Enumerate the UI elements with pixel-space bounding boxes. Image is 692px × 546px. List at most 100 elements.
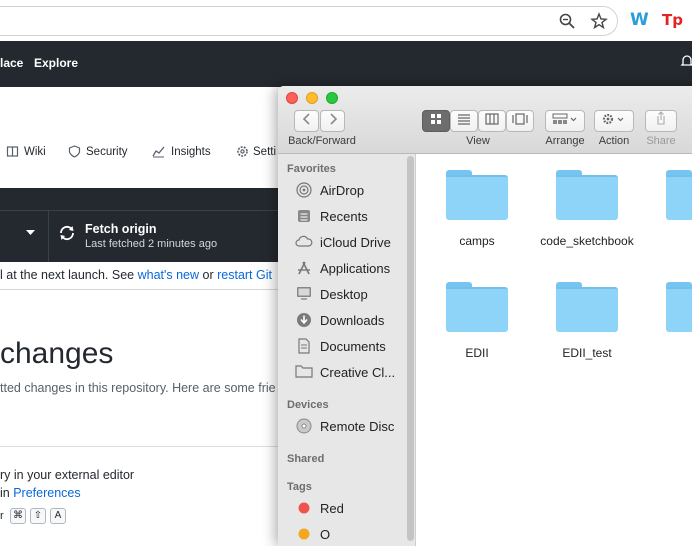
sidebar-item-icloud-drive[interactable]: iCloud Drive bbox=[278, 232, 408, 254]
share-label: Share bbox=[646, 135, 676, 147]
bell-icon[interactable] bbox=[680, 54, 692, 71]
action-button[interactable] bbox=[594, 110, 634, 132]
forward-button[interactable] bbox=[320, 110, 345, 132]
sidebar-item-downloads[interactable]: Downloads bbox=[278, 310, 408, 332]
folder-name[interactable]: code_sketchbook bbox=[532, 234, 642, 248]
sidebar-item-airdrop[interactable]: AirDrop bbox=[278, 180, 408, 202]
shield-icon bbox=[68, 145, 81, 161]
zoom-icon[interactable] bbox=[557, 12, 577, 32]
sidebar-item-label: O bbox=[320, 527, 331, 542]
cloud-icon bbox=[295, 234, 313, 252]
sidebar-item-desktop[interactable]: Desktop bbox=[278, 284, 408, 306]
sidebar-item-label: Downloads bbox=[320, 313, 385, 328]
downloads-icon bbox=[295, 312, 313, 330]
caret-down-icon[interactable] bbox=[26, 228, 35, 238]
airdrop-icon bbox=[295, 182, 313, 200]
tab-insights[interactable]: Insights bbox=[171, 146, 211, 158]
editor-hint: in Preferences bbox=[0, 486, 81, 500]
zoom-window-button[interactable] bbox=[326, 92, 338, 104]
folder-icon[interactable] bbox=[446, 170, 508, 220]
restart-link[interactable]: restart Git bbox=[217, 268, 272, 282]
sidebar-item-label: Red bbox=[320, 501, 344, 516]
shortcut-text: r bbox=[0, 510, 4, 522]
extension-tp-icon[interactable]: Tp bbox=[662, 11, 684, 33]
fetch-origin-button[interactable]: Fetch origin bbox=[85, 222, 157, 236]
last-fetched-label: Last fetched 2 minutes ago bbox=[85, 238, 218, 250]
whats-new-link[interactable]: what's new bbox=[138, 268, 199, 282]
sidebar-item-recents[interactable]: Recents bbox=[278, 206, 408, 228]
folder-name[interactable]: EDII bbox=[422, 346, 532, 360]
folder-name[interactable]: C bbox=[642, 234, 692, 248]
sidebar-item-label: Creative Cl... bbox=[320, 365, 396, 380]
open-editor-title: ry in your external editor bbox=[0, 468, 135, 482]
favorites-heading: Favorites bbox=[287, 163, 336, 175]
toolbar-divider bbox=[48, 210, 49, 262]
shift-key: ⇧ bbox=[30, 508, 46, 524]
folder-name[interactable]: camps bbox=[422, 234, 532, 248]
close-window-button[interactable] bbox=[286, 92, 298, 104]
list-view-button[interactable] bbox=[450, 110, 478, 132]
folder-icon[interactable] bbox=[666, 170, 692, 220]
folder-name[interactable]: E bbox=[642, 346, 692, 360]
nav-explore[interactable]: Explore bbox=[34, 56, 78, 70]
folder-icon[interactable] bbox=[556, 282, 618, 332]
sidebar-item-label: Recents bbox=[320, 209, 368, 224]
nav-marketplace[interactable]: lace bbox=[0, 56, 23, 70]
a-key: A bbox=[50, 508, 66, 524]
description-text: tted changes in this repository. Here ar… bbox=[0, 381, 276, 395]
orange-tag-icon bbox=[295, 526, 313, 544]
column-view-button[interactable] bbox=[478, 110, 506, 132]
book-icon bbox=[6, 145, 19, 161]
applications-icon bbox=[295, 260, 313, 278]
sidebar-item-label: Documents bbox=[320, 339, 386, 354]
back-forward-label: Back/Forward bbox=[288, 135, 356, 147]
folder-icon[interactable] bbox=[446, 282, 508, 332]
sidebar-item-tag-orange[interactable]: O bbox=[278, 524, 408, 546]
sidebar-item-applications[interactable]: Applications bbox=[278, 258, 408, 280]
sidebar-item-label: Remote Disc bbox=[320, 419, 395, 434]
sidebar-item-label: AirDrop bbox=[320, 183, 365, 198]
action-label: Action bbox=[598, 135, 630, 147]
banner-text-pre: l at the next launch. See bbox=[0, 268, 138, 282]
desktop-icon bbox=[295, 286, 313, 304]
sidebar-scrollbar[interactable] bbox=[407, 156, 414, 541]
folder-icon[interactable] bbox=[556, 170, 618, 220]
sidebar-item-label: Desktop bbox=[320, 287, 368, 302]
sidebar-item-documents[interactable]: Documents bbox=[278, 336, 408, 358]
divider bbox=[0, 446, 280, 447]
view-label: View bbox=[466, 135, 490, 147]
finder-window: Back/Forward View Arrange Action Share F… bbox=[278, 86, 692, 546]
arrange-button[interactable] bbox=[545, 110, 585, 132]
address-bar[interactable] bbox=[0, 6, 618, 36]
share-button[interactable] bbox=[645, 110, 677, 132]
sidebar-item-tag-red[interactable]: Red bbox=[278, 498, 408, 520]
extension-w-icon[interactable]: W bbox=[630, 10, 650, 32]
folder-name[interactable]: EDII_test bbox=[532, 346, 642, 360]
editor-hint-pre: in bbox=[0, 486, 14, 500]
red-tag-icon bbox=[295, 500, 313, 518]
back-button[interactable] bbox=[294, 110, 319, 132]
minimize-window-button[interactable] bbox=[306, 92, 318, 104]
update-banner-text: l at the next launch. See what's new or … bbox=[0, 268, 272, 282]
banner-text-mid: or bbox=[199, 268, 218, 282]
folder-icon[interactable] bbox=[666, 282, 692, 332]
sidebar-item-creative-cloud[interactable]: Creative Cl... bbox=[278, 362, 408, 384]
gallery-view-button[interactable] bbox=[506, 110, 534, 132]
page-title: changes bbox=[0, 337, 114, 370]
tab-wiki[interactable]: Wiki bbox=[24, 146, 46, 158]
folder-icon bbox=[295, 364, 313, 382]
shared-heading: Shared bbox=[287, 453, 325, 465]
gear-icon bbox=[236, 145, 249, 161]
star-icon[interactable] bbox=[589, 12, 609, 32]
documents-icon bbox=[295, 338, 313, 356]
devices-heading: Devices bbox=[287, 399, 329, 411]
tab-settings[interactable]: Setti bbox=[253, 146, 276, 158]
graph-icon bbox=[152, 145, 165, 161]
sidebar-item-remote-disc[interactable]: Remote Disc bbox=[278, 416, 408, 438]
tab-security[interactable]: Security bbox=[86, 146, 128, 158]
preferences-link[interactable]: Preferences bbox=[13, 486, 80, 500]
icon-view-button[interactable] bbox=[422, 110, 450, 132]
tags-heading: Tags bbox=[287, 481, 312, 493]
sync-icon[interactable] bbox=[58, 224, 76, 247]
command-key: ⌘ bbox=[10, 508, 26, 524]
